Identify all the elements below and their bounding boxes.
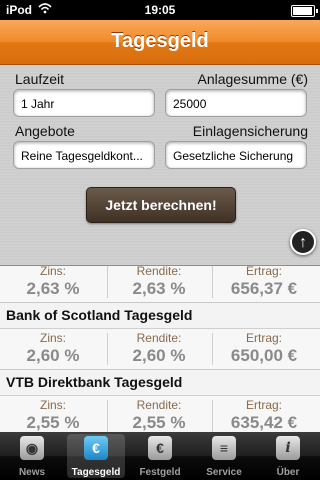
einlagensicherung-field[interactable]: Gesetzliche Sicherung xyxy=(165,141,307,169)
ertrag-value: 656,37 € xyxy=(230,279,298,298)
laufzeit-label: Laufzeit xyxy=(15,71,65,87)
rendite-caption: Rendite: xyxy=(136,331,182,345)
anlagesumme-field[interactable]: 25000 xyxy=(165,89,307,117)
result-row[interactable]: Zins: 2,63 % Rendite: 2,63 % Ertrag: 656,37… xyxy=(0,266,320,303)
divider xyxy=(107,333,108,365)
tab-news[interactable]: ◉ News xyxy=(0,432,64,480)
rendite-value: 2,63 % xyxy=(132,279,186,298)
tab-label: Über xyxy=(276,467,300,478)
ertrag-caption: Ertrag: xyxy=(245,398,282,412)
divider xyxy=(212,400,213,432)
ertrag-caption: Ertrag: xyxy=(245,266,282,278)
calculator-panel: Laufzeit Anlagesumme (€) 1 Jahr 25000 An… xyxy=(0,65,320,266)
divider xyxy=(107,266,108,298)
result-row[interactable]: Zins: 2,60 % Rendite: 2,60 % Ertrag: 650,00… xyxy=(0,329,320,370)
info-icon: i xyxy=(276,436,300,460)
angebote-field[interactable]: Reine Tagesgeldkont... xyxy=(13,141,155,169)
battery-icon xyxy=(291,5,318,17)
page-title: Tagesgeld xyxy=(111,30,209,52)
status-bar: iPod 19:05 xyxy=(0,0,320,20)
offer-title[interactable]: VTB Direktbank Tagesgeld xyxy=(0,370,320,396)
zins-caption: Zins: xyxy=(39,266,66,278)
clock: 19:05 xyxy=(144,3,176,17)
euro-icon: € xyxy=(84,436,108,460)
tab-festgeld[interactable]: € Festgeld xyxy=(128,432,192,480)
arrow-up-icon[interactable]: ↑ xyxy=(290,229,316,255)
tab-label: News xyxy=(18,467,46,478)
tab-ueber[interactable]: i Über xyxy=(256,432,320,480)
tab-bar: ◉ News € Tagesgeld € Festgeld ≡ Service … xyxy=(0,432,320,480)
calculate-button[interactable]: Jetzt berechnen! xyxy=(86,187,236,223)
zins-caption: Zins: xyxy=(39,398,66,412)
tab-label: Tagesgeld xyxy=(71,467,121,478)
result-row[interactable]: Zins: 2,55 % Rendite: 2,55 % Ertrag: 635,42… xyxy=(0,396,320,432)
rendite-caption: Rendite: xyxy=(136,266,182,278)
divider xyxy=(212,333,213,365)
einlagensicherung-label: Einlagensicherung xyxy=(192,123,308,139)
zins-value: 2,60 % xyxy=(26,346,80,365)
offer-title[interactable]: Bank of Scotland Tagesgeld xyxy=(0,303,320,329)
zins-value: 2,63 % xyxy=(26,279,80,298)
rendite-value: 2,55 % xyxy=(132,413,186,432)
angebote-label: Angebote xyxy=(15,123,75,139)
tab-label: Service xyxy=(206,467,242,478)
tab-service[interactable]: ≡ Service xyxy=(192,432,256,480)
anlagesumme-label: Anlagesumme (€) xyxy=(197,71,309,87)
rendite-caption: Rendite: xyxy=(136,398,182,412)
results-list[interactable]: Zins: 2,63 % Rendite: 2,63 % Ertrag: 656,37… xyxy=(0,266,320,432)
euro-safe-icon: € xyxy=(148,436,172,460)
document-icon: ≡ xyxy=(212,436,236,460)
rendite-value: 2,60 % xyxy=(132,346,186,365)
ertrag-caption: Ertrag: xyxy=(245,331,282,345)
tab-tagesgeld[interactable]: € Tagesgeld xyxy=(64,432,128,480)
navigation-bar: Tagesgeld xyxy=(0,20,320,65)
tab-label: Festgeld xyxy=(139,467,181,478)
divider xyxy=(212,266,213,298)
ertrag-value: 650,00 € xyxy=(230,346,298,365)
ertrag-value: 635,42 € xyxy=(230,413,298,432)
laufzeit-field[interactable]: 1 Jahr xyxy=(13,89,155,117)
zins-value: 2,55 % xyxy=(26,413,80,432)
rss-icon: ◉ xyxy=(20,436,44,460)
divider xyxy=(107,400,108,432)
zins-caption: Zins: xyxy=(39,331,66,345)
